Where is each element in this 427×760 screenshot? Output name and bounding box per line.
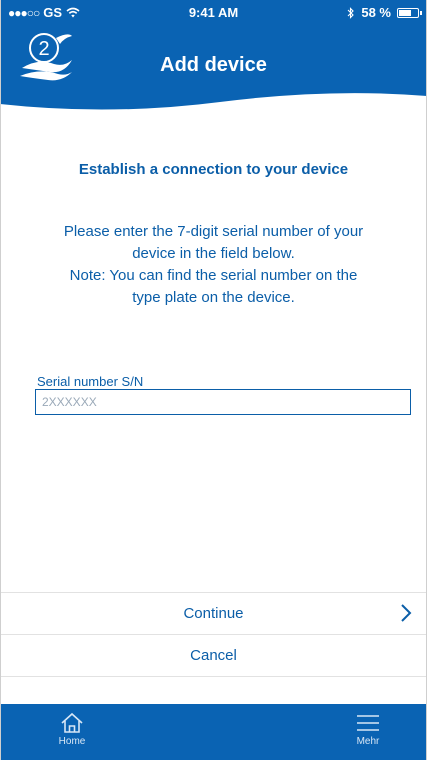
bluetooth-icon	[347, 6, 355, 19]
instruction-line: device in the field below.	[132, 245, 295, 262]
tab-home[interactable]: Home	[42, 710, 102, 747]
home-icon	[61, 712, 83, 733]
continue-button[interactable]: Continue	[0, 592, 427, 634]
cancel-label: Cancel	[190, 646, 237, 664]
instructions-text: Please enter the 7-digit serial number o…	[34, 221, 393, 309]
page-title: Add device	[160, 54, 267, 76]
tab-more-label: Mehr	[356, 736, 380, 747]
serial-number-input[interactable]	[35, 389, 411, 415]
header-wave	[0, 93, 427, 120]
chevron-right-icon	[401, 604, 412, 622]
status-bar: ●●●○○ GS 9:41 AM 58 %	[0, 0, 427, 24]
continue-label: Continue	[183, 604, 244, 622]
bottom-tab-bar: Home Mehr	[0, 704, 427, 760]
serial-number-label: Serial number S/N	[37, 374, 144, 389]
divider	[0, 676, 427, 677]
instruction-line: Note: You can find the serial number on …	[69, 267, 358, 284]
tab-more[interactable]: Mehr	[338, 710, 398, 747]
battery-icon	[397, 7, 422, 18]
tab-home-label: Home	[58, 736, 86, 747]
instruction-line: type plate on the device.	[132, 289, 295, 306]
instruction-line: Please enter the 7-digit serial number o…	[63, 223, 364, 240]
connection-headline: Establish a connection to your device	[78, 161, 349, 178]
header: ●●●○○ GS 9:41 AM 58 % 2 Add device	[0, 0, 427, 120]
menu-icon	[357, 715, 379, 731]
cancel-button[interactable]: Cancel	[0, 634, 427, 676]
battery-percentage: 58 %	[361, 5, 391, 20]
